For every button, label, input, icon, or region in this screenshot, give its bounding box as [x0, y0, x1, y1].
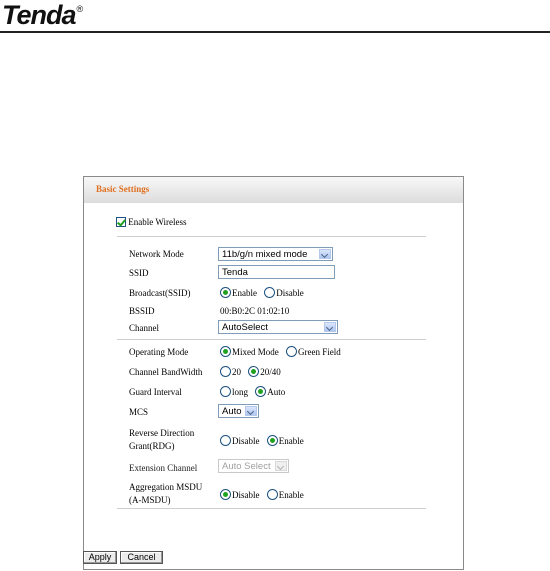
cancel-button[interactable]: Cancel [120, 551, 163, 564]
bandwidth-20-40-label: 20/40 [260, 366, 281, 377]
amsdu-label: Aggregation MSDU (A-MSDU) [129, 482, 202, 505]
mixed-mode-radio[interactable] [220, 346, 231, 358]
channel-select[interactable]: AutoSelect [218, 320, 338, 334]
enable-wireless-checkbox[interactable] [116, 216, 126, 227]
mixed-mode-label: Mixed Mode [232, 346, 279, 357]
ssid-label: SSID [129, 268, 149, 278]
bandwidth-radio-group: 20 20/40 [220, 366, 286, 378]
operating-mode-radio-group: Mixed Mode Green Field [220, 346, 346, 358]
mcs-label: MCS [129, 407, 149, 417]
broadcast-enable-label: Enable [232, 287, 257, 298]
rdg-enable-label: Enable [278, 435, 304, 446]
rdg-label-line1: Reverse Direction [129, 428, 195, 438]
broadcast-disable-radio[interactable] [264, 287, 276, 299]
bandwidth-20-label: 20 [232, 366, 241, 377]
guard-interval-label: Guard Interval [129, 387, 182, 397]
network-mode-select[interactable]: 11b/g/n mixed mode [218, 247, 333, 261]
mcs-select[interactable]: Auto [218, 404, 259, 418]
broadcast-disable-label: Disable [276, 287, 304, 298]
rdg-enable-radio[interactable] [266, 435, 278, 447]
extension-channel-label: Extension Channel [129, 463, 198, 473]
divider [117, 339, 426, 340]
rdg-disable-label: Disable [232, 435, 260, 446]
amsdu-label-line1: Aggregation MSDU [129, 482, 203, 492]
amsdu-enable-label: Enable [278, 489, 304, 500]
extension-channel-select[interactable]: Auto Select [218, 459, 289, 473]
bssid-value: 00:B0:2C 01:02:10 [220, 306, 290, 316]
ssid-input[interactable]: Tenda [218, 265, 335, 279]
bandwidth-20-40-radio[interactable] [248, 366, 260, 378]
guard-auto-radio[interactable] [255, 386, 267, 398]
rdg-disable-radio[interactable] [220, 435, 231, 447]
channel-label: Channel [129, 323, 159, 333]
broadcast-enable-radio[interactable] [220, 287, 231, 299]
broadcast-label: Broadcast(SSID) [129, 288, 191, 298]
amsdu-disable-label: Disable [232, 489, 260, 500]
guard-long-label: long [232, 386, 249, 397]
header-divider [0, 31, 550, 33]
enable-wireless-label: Enable Wireless [128, 216, 187, 227]
basic-settings-panel: Basic Settings Enable Wireless Network M… [83, 176, 464, 570]
apply-button[interactable]: Apply [83, 551, 117, 564]
rdg-radio-group: Disable Enable [220, 435, 309, 447]
amsdu-enable-radio[interactable] [266, 489, 278, 501]
bssid-label: BSSID [129, 306, 155, 316]
chevron-down-icon [319, 249, 331, 259]
green-field-label: Green Field [298, 346, 341, 357]
operating-mode-label: Operating Mode [129, 347, 189, 357]
panel-title: Basic Settings [96, 184, 150, 194]
channel-bandwidth-label: Channel BandWidth [129, 367, 203, 377]
amsdu-label-line2: (A-MSDU) [129, 495, 171, 505]
chevron-down-icon [324, 322, 336, 332]
divider [117, 236, 426, 237]
bandwidth-20-radio[interactable] [220, 366, 231, 378]
enable-wireless-row: Enable Wireless [116, 216, 186, 227]
guard-interval-radio-group: long Auto [220, 386, 290, 398]
network-mode-label: Network Mode [129, 249, 184, 259]
rdg-label: Reverse Direction Grant(RDG) [129, 428, 194, 451]
amsdu-radio-group: Disable Enable [220, 489, 309, 501]
guard-long-radio[interactable] [220, 386, 231, 398]
panel-header: Basic Settings [84, 177, 463, 203]
chevron-down-icon [245, 406, 257, 416]
broadcast-radio-group: Enable Disable [220, 287, 309, 299]
guard-auto-label: Auto [267, 386, 286, 397]
tenda-logo: Tenda® [2, 0, 83, 30]
chevron-down-icon [275, 461, 287, 471]
divider [117, 508, 426, 509]
green-field-radio[interactable] [286, 346, 297, 358]
rdg-label-line2: Grant(RDG) [129, 441, 175, 451]
amsdu-disable-radio[interactable] [220, 489, 231, 501]
